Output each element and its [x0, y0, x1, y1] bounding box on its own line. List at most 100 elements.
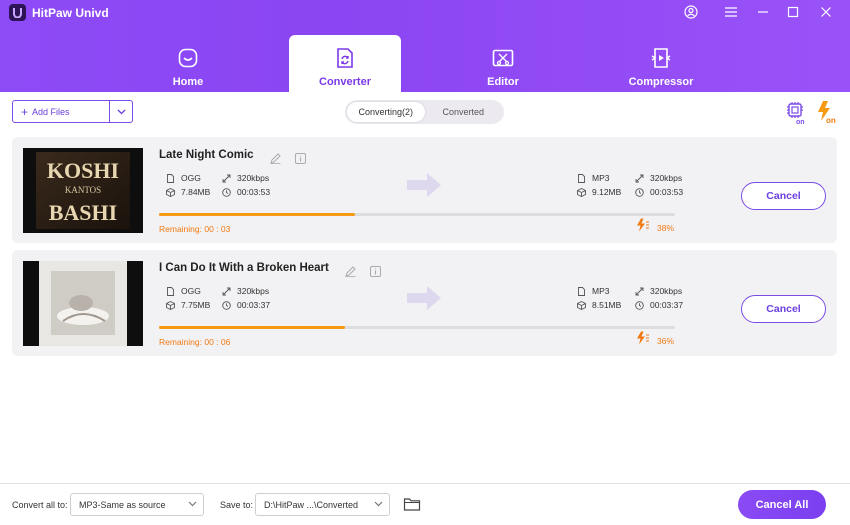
lightning-icon	[635, 331, 649, 345]
source-size: 7.75MB	[166, 300, 210, 310]
clock-icon	[222, 187, 231, 197]
add-files-dropdown[interactable]	[109, 101, 132, 122]
add-files-control: + Add Files	[12, 100, 133, 123]
output-bitrate: 320kbps	[635, 173, 682, 183]
album-art-thumbnail	[23, 261, 143, 346]
item-title: Late Night Comic	[159, 149, 254, 161]
tab-converting[interactable]: Converting(2)	[347, 102, 425, 122]
menu-icon[interactable]	[723, 4, 739, 20]
footer-bar: Convert all to: MP3-Same as source Save …	[0, 483, 850, 525]
add-files-button[interactable]: + Add Files	[13, 101, 109, 122]
tab-converter-label: Converter	[319, 76, 371, 88]
save-to-label: Save to:	[220, 500, 254, 510]
top-bar: HitPaw Univd Home Converter Editor Compr…	[0, 0, 850, 92]
output-format: MP3	[577, 173, 609, 183]
album-art-thumbnail: KOSHI KANTOS BASHI	[23, 148, 143, 233]
app-title: HitPaw Univd	[32, 6, 109, 20]
tab-home[interactable]: Home	[132, 35, 244, 92]
file-icon	[167, 286, 174, 296]
info-icon[interactable]	[370, 264, 381, 277]
file-icon	[578, 286, 585, 296]
box-icon	[577, 187, 586, 197]
close-icon[interactable]	[818, 4, 834, 20]
convert-arrow-icon	[405, 284, 445, 312]
bitrate-icon	[635, 287, 644, 295]
cancel-all-button[interactable]: Cancel All	[738, 490, 826, 519]
source-format: OGG	[166, 286, 201, 296]
clock-icon	[635, 300, 644, 310]
remaining-time: Remaining: 00 : 03	[159, 224, 231, 234]
clock-icon	[222, 300, 231, 310]
tab-compressor[interactable]: Compressor	[605, 35, 717, 92]
conversion-item: KOSHI KANTOS BASHI Late Night Comic OGG …	[12, 137, 837, 243]
progress-bar	[159, 326, 675, 329]
save-path-select[interactable]: D:\HitPaw ...\Converted	[255, 493, 390, 516]
output-format-value: MP3-Same as source	[79, 499, 166, 510]
compressor-icon	[648, 45, 674, 71]
edit-icon[interactable]	[345, 264, 356, 277]
output-size: 9.12MB	[577, 187, 621, 197]
file-icon	[578, 173, 585, 183]
tab-editor[interactable]: Editor	[447, 35, 559, 92]
output-format: MP3	[577, 286, 609, 296]
tab-converted[interactable]: Converted	[425, 102, 503, 122]
output-duration: 00:03:37	[635, 300, 683, 310]
item-title: I Can Do It With a Broken Heart	[159, 262, 329, 274]
clock-icon	[635, 187, 644, 197]
bitrate-icon	[222, 174, 231, 182]
bitrate-icon	[635, 174, 644, 182]
account-icon[interactable]	[683, 4, 699, 20]
source-duration: 00:03:37	[222, 300, 270, 310]
box-icon	[166, 300, 175, 310]
bitrate-icon	[222, 287, 231, 295]
output-duration: 00:03:53	[635, 187, 683, 197]
cancel-button[interactable]: Cancel	[741, 295, 826, 323]
svg-text:on: on	[796, 119, 805, 125]
output-size: 8.51MB	[577, 300, 621, 310]
progress-bar	[159, 213, 675, 216]
plus-icon: +	[21, 104, 29, 119]
album-art-line: KOSHI	[47, 158, 119, 183]
tab-home-label: Home	[172, 76, 204, 88]
tab-editor-label: Editor	[487, 76, 519, 88]
folder-icon[interactable]	[403, 496, 421, 512]
chevron-down-icon	[117, 109, 125, 114]
tab-converter[interactable]: Converter	[289, 35, 401, 92]
chevron-down-icon	[374, 501, 383, 507]
lightning-icon	[635, 218, 649, 232]
home-icon	[175, 45, 201, 71]
maximize-icon[interactable]	[785, 4, 801, 20]
source-size: 7.84MB	[166, 187, 210, 197]
info-icon[interactable]	[295, 151, 306, 164]
chevron-down-icon	[188, 501, 197, 507]
edit-icon[interactable]	[270, 151, 281, 164]
album-art-line: KANTOS	[65, 185, 101, 195]
progress-percent: 36%	[657, 336, 675, 346]
conversion-item: I Can Do It With a Broken Heart OGG 320k…	[12, 250, 837, 356]
output-bitrate: 320kbps	[635, 286, 682, 296]
minimize-icon[interactable]	[755, 4, 771, 20]
source-bitrate: 320kbps	[222, 286, 269, 296]
file-icon	[167, 173, 174, 183]
source-format: OGG	[166, 173, 201, 183]
progress-percent: 38%	[657, 223, 675, 233]
svg-text:on: on	[826, 116, 836, 125]
progress-fill	[159, 326, 345, 329]
convert-all-label: Convert all to:	[12, 500, 68, 510]
save-path-value: D:\HitPaw ...\Converted	[264, 499, 359, 510]
app-logo-icon	[9, 4, 26, 21]
progress-fill	[159, 213, 356, 216]
box-icon	[166, 187, 175, 197]
output-format-select[interactable]: MP3-Same as source	[70, 493, 204, 516]
source-duration: 00:03:53	[222, 187, 270, 197]
tab-compressor-label: Compressor	[628, 76, 694, 88]
convert-arrow-icon	[405, 171, 445, 199]
cancel-button[interactable]: Cancel	[741, 182, 826, 210]
hardware-acceleration-icon[interactable]: on	[783, 99, 809, 126]
album-art-line: BASHI	[49, 200, 117, 225]
editor-icon	[490, 45, 516, 71]
lightning-speed-icon[interactable]: on	[813, 99, 839, 125]
remaining-time: Remaining: 00 : 06	[159, 337, 231, 347]
box-icon	[577, 300, 586, 310]
add-files-label: Add Files	[32, 106, 70, 117]
